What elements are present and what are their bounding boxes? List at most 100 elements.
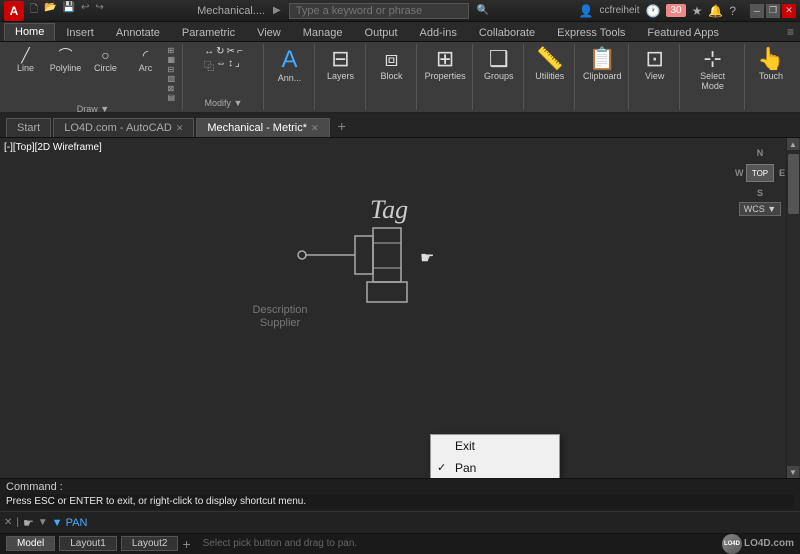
cursor-icon: ☛	[420, 250, 434, 267]
trim-icon[interactable]: ✂	[227, 46, 235, 57]
block-icon: ⧈	[384, 48, 398, 70]
tab-mechanical-close[interactable]: ✕	[311, 123, 319, 134]
context-pan[interactable]: ✓ Pan	[431, 457, 559, 478]
ribbon-group-draw: ╱ Line ⌒ Polyline ○ Circle ◜ Arc ⊞ ▦ ⊟ ▧…	[4, 44, 183, 110]
quick-access-undo[interactable]: ↩	[81, 2, 89, 19]
annotation-button[interactable]: A Ann...	[271, 46, 307, 85]
nav-cube: N S E W TOP WCS ▼	[730, 148, 790, 228]
tab-addins[interactable]: Add-ins	[409, 24, 468, 41]
command-label: Command :	[6, 481, 794, 493]
view-button[interactable]: ⊡ View	[637, 46, 673, 83]
clipboard-button[interactable]: 📋 Clipboard	[579, 46, 626, 83]
tab-lo4d[interactable]: LO4D.com - AutoCAD ✕	[53, 118, 194, 137]
tab-featuredapps[interactable]: Featured Apps	[636, 24, 730, 41]
polyline-button[interactable]: ⌒ Polyline	[47, 46, 83, 75]
help-icon[interactable]: ?	[729, 4, 736, 18]
tab-annotate[interactable]: Annotate	[105, 24, 171, 41]
circle-button[interactable]: ○ Circle	[87, 46, 123, 75]
command-area: Command : Press ESC or ENTER to exit, or…	[0, 478, 800, 511]
compass-n: N	[757, 148, 764, 158]
draw-extra-1[interactable]: ⊞ ▦	[167, 46, 178, 64]
draw-extra-3[interactable]: ⊠ ▤	[167, 84, 178, 102]
ribbon-toggle[interactable]: ≡	[781, 23, 800, 41]
touch-items: 👆 Touch	[753, 46, 789, 108]
tab-insert[interactable]: Insert	[55, 24, 105, 41]
input-hand-icon: ☛	[23, 516, 34, 530]
top-cube-button[interactable]: TOP	[746, 164, 774, 182]
bell-icon[interactable]: 🔔	[708, 4, 723, 18]
rotate-icon[interactable]: ↻	[216, 46, 224, 57]
app-title: Mechanical....	[197, 5, 265, 17]
fillet-icon[interactable]: ⌐	[237, 46, 243, 57]
tab-output[interactable]: Output	[354, 24, 409, 41]
tab-expresstools[interactable]: Express Tools	[546, 24, 636, 41]
draw-group-label: Draw ▼	[77, 104, 109, 114]
scroll-up-arrow[interactable]: ▲	[787, 138, 799, 150]
annotation-icon: A	[281, 48, 297, 72]
minimize-button[interactable]: ─	[750, 4, 764, 18]
breadcrumb-arrow: ▶	[273, 5, 281, 16]
utilities-button[interactable]: 📏 Utilities	[531, 46, 568, 83]
quick-access-redo[interactable]: ↪	[95, 2, 103, 19]
chamfer-icon[interactable]: ⌟	[235, 58, 240, 73]
layers-button[interactable]: ⊟ Layers	[322, 46, 358, 83]
scroll-track[interactable]	[787, 150, 800, 466]
arc-button[interactable]: ◜ Arc	[127, 46, 163, 75]
tab-home[interactable]: Home	[4, 23, 55, 41]
pan-check: ✓	[437, 461, 446, 474]
tab-view[interactable]: View	[246, 24, 292, 41]
tab-mechanical[interactable]: Mechanical - Metric* ✕	[196, 118, 329, 137]
title-bar-right: 👤 ccfreiheit 🕐 30 ★ 🔔 ? ─ ❐ ✕	[579, 4, 796, 18]
quick-access-save[interactable]: 💾	[63, 2, 75, 19]
copy-icon[interactable]: ⿻	[204, 58, 214, 73]
mirror-icon[interactable]: ⇔	[216, 58, 226, 73]
status-bar: Model Layout1 Layout2 + Select pick butt…	[0, 533, 800, 553]
tab-manage[interactable]: Manage	[292, 24, 354, 41]
line-icon: ╱	[21, 48, 29, 62]
tab-add-button[interactable]: +	[332, 115, 352, 137]
move-icon[interactable]: ↔	[204, 46, 214, 57]
quick-access-open[interactable]: 📂	[44, 2, 56, 19]
selectmode-button[interactable]: ⊹ Select Mode	[685, 46, 740, 93]
time-value: 30	[666, 4, 685, 17]
tab-collaborate[interactable]: Collaborate	[468, 24, 546, 41]
draw-extra: ⊞ ▦ ⊟ ▧ ⊠ ▤	[167, 46, 178, 102]
ribbon-group-properties: ⊞ Properties	[418, 44, 473, 110]
search-input[interactable]	[289, 3, 469, 19]
extend-icon[interactable]: ↕	[228, 58, 233, 73]
block-button[interactable]: ⧈ Block	[373, 46, 409, 83]
document-tabs: Start LO4D.com - AutoCAD ✕ Mechanical - …	[0, 114, 800, 138]
restore-button[interactable]: ❐	[766, 4, 780, 18]
quick-access-new[interactable]: 🗋	[30, 2, 38, 19]
input-dropdown-icon[interactable]: ▼	[38, 517, 48, 528]
search-icon[interactable]: 🔍	[477, 5, 489, 16]
selectmode-icon: ⊹	[703, 48, 721, 70]
input-close-icon[interactable]: ✕	[4, 517, 12, 528]
username: ccfreiheit	[600, 5, 640, 16]
tab-lo4d-close[interactable]: ✕	[176, 123, 184, 134]
ribbon-group-touch: 👆 Touch	[746, 44, 796, 110]
sel-items: ⊹ Select Mode	[685, 46, 740, 108]
scroll-thumb[interactable]	[788, 154, 799, 214]
groups-button[interactable]: ❑ Groups	[480, 46, 518, 83]
scroll-down-arrow[interactable]: ▼	[787, 466, 799, 478]
draw-extra-2[interactable]: ⊟ ▧	[167, 65, 178, 83]
groups-icon: ❑	[489, 48, 509, 70]
layers-icon: ⊟	[331, 48, 349, 70]
input-separator: |	[16, 517, 19, 528]
close-button[interactable]: ✕	[782, 4, 796, 18]
wcs-button[interactable]: WCS ▼	[739, 202, 781, 216]
properties-button[interactable]: ⊞ Properties	[421, 46, 470, 83]
context-exit[interactable]: Exit	[431, 435, 559, 457]
star-icon[interactable]: ★	[692, 4, 703, 18]
line-button[interactable]: ╱ Line	[7, 46, 43, 75]
touch-button[interactable]: 👆 Touch	[753, 46, 789, 83]
tab-parametric[interactable]: Parametric	[171, 24, 246, 41]
clipboard-icon: 📋	[589, 48, 616, 70]
ribbon-group-annotation: A Ann...	[265, 44, 315, 110]
props-items: ⊞ Properties	[421, 46, 470, 108]
compass-w: W	[735, 168, 744, 178]
clip-items: 📋 Clipboard	[579, 46, 626, 108]
tab-start[interactable]: Start	[6, 118, 51, 137]
circle-icon: ○	[101, 48, 109, 62]
